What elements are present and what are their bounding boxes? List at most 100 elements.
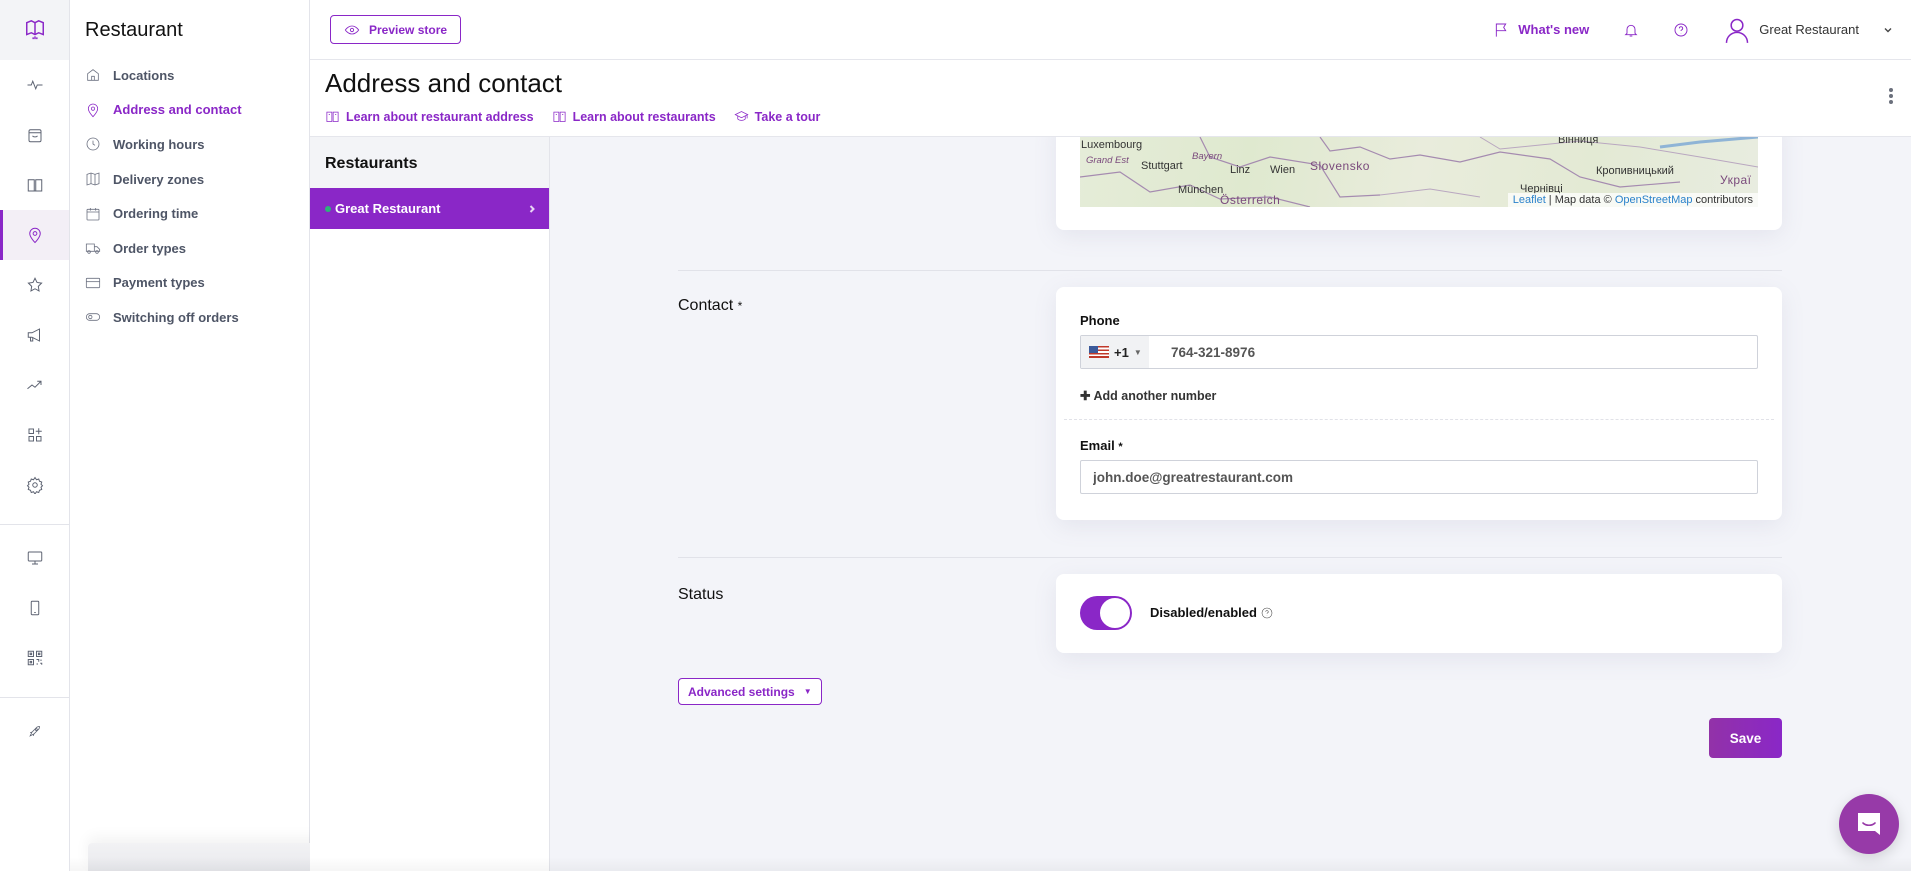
country-code-select[interactable]: +1 ▼ — [1081, 336, 1149, 368]
user-menu[interactable]: john.doe@greatrestaurant.com Great Resta… — [334, 16, 1893, 207]
section-divider — [678, 270, 1782, 271]
link-label: Learn about restaurants — [572, 109, 716, 124]
shopping-bag-icon — [28, 129, 41, 143]
rail-item-website[interactable] — [0, 533, 69, 583]
notifications-button[interactable] — [1623, 22, 1639, 38]
advanced-settings-button[interactable]: Advanced settings ▼ — [678, 678, 822, 705]
map-label: Österreich — [1220, 193, 1281, 207]
toggle-icon — [85, 313, 101, 322]
restaurant-list-header: Restaurants — [310, 137, 549, 188]
page-title: Address and contact — [325, 68, 563, 98]
nav-item-label: Ordering time — [113, 206, 199, 222]
email-label: Email * — [1080, 438, 1123, 453]
megaphone-icon — [27, 328, 40, 342]
save-button[interactable]: Save — [1709, 718, 1782, 758]
map-label: Luxembourg — [1081, 139, 1143, 151]
leaflet-link[interactable]: Leaflet — [1513, 194, 1546, 206]
mobile-icon — [30, 600, 39, 616]
status-section-label: Status — [678, 586, 724, 603]
eye-icon — [344, 25, 360, 34]
location-pin-icon — [87, 103, 99, 118]
rail-item-reviews[interactable] — [0, 260, 69, 310]
add-another-number-button[interactable]: ✚ Add another number — [1080, 388, 1216, 403]
rail-item-settings[interactable] — [0, 460, 69, 510]
rail-item-orders[interactable] — [0, 110, 69, 160]
rail-item-launch[interactable] — [0, 706, 69, 756]
learn-restaurants-link[interactable]: Learn about restaurants — [552, 109, 716, 124]
home-icon — [87, 69, 99, 82]
help-circle-icon[interactable] — [1261, 607, 1273, 619]
rail-item-qr-codes[interactable] — [0, 633, 69, 683]
learn-restaurant-address-link[interactable]: Learn about restaurant address — [325, 109, 534, 124]
app-logo[interactable] — [0, 0, 69, 60]
preview-store-button[interactable]: Preview store — [330, 15, 462, 44]
nav-title: Restaurant — [85, 19, 183, 41]
link-label: Take a tour — [754, 109, 821, 124]
phone-input[interactable] — [1149, 336, 1757, 368]
address-map-card: Luxembourg Grand Est Stuttgart Bayern Mü… — [1056, 137, 1782, 230]
enabled-toggle[interactable] — [1080, 596, 1132, 630]
nav-item-address-and-contact[interactable]: Address and contact — [70, 93, 309, 128]
restaurant-list-item[interactable]: Great Restaurant — [310, 188, 549, 229]
email-input[interactable] — [1081, 461, 1757, 493]
rail-item-dashboard[interactable] — [0, 60, 69, 110]
nav-item-label: Delivery zones — [113, 171, 205, 187]
book-map-icon — [25, 20, 44, 40]
toggle-label-text: Disabled/enabled — [1150, 605, 1257, 620]
nav-item-ordering-time[interactable]: Ordering time — [70, 196, 309, 231]
calendar-icon — [86, 207, 100, 221]
email-label-text: Email — [1080, 438, 1115, 453]
openstreetmap-link[interactable]: OpenStreetMap — [1615, 194, 1693, 206]
rail-item-menu[interactable] — [0, 160, 69, 210]
nav-item-label: Working hours — [113, 136, 205, 152]
rail-item-restaurant[interactable] — [0, 210, 69, 260]
gear-icon — [26, 476, 43, 494]
nav-item-payment-types[interactable]: Payment types — [70, 266, 309, 301]
preview-store-label: Preview store — [369, 22, 448, 37]
phone-label: Phone — [1080, 313, 1120, 328]
restaurant-list: Restaurants Great Restaurant — [310, 137, 550, 871]
rail-item-integrations[interactable] — [0, 410, 69, 460]
rail-item-reports[interactable] — [0, 360, 69, 410]
country-code: +1 — [1114, 344, 1129, 360]
attribution-text: contributors — [1692, 194, 1753, 206]
map-icon — [86, 172, 100, 186]
star-icon — [26, 277, 43, 292]
contact-label: Contact — [678, 297, 734, 314]
rail-item-mobile-app[interactable] — [0, 583, 69, 633]
rail-divider — [0, 524, 69, 525]
graduation-cap-icon — [734, 111, 749, 121]
contact-card: Phone +1 ▼ ✚ Add another number Email * — [1056, 287, 1782, 520]
nav-item-label: Switching off orders — [113, 309, 239, 325]
trending-up-icon — [26, 380, 41, 390]
address-map[interactable]: Luxembourg Grand Est Stuttgart Bayern Mü… — [1080, 137, 1758, 207]
qr-code-icon — [27, 650, 42, 666]
map-label: Вінниця — [1558, 137, 1599, 146]
take-a-tour-link[interactable]: Take a tour — [734, 109, 821, 124]
whats-new-label: What's new — [1518, 22, 1590, 37]
help-button[interactable] — [1673, 22, 1689, 38]
section-divider — [678, 557, 1782, 558]
nav-item-locations[interactable]: Locations — [70, 58, 309, 93]
chat-bubble-icon — [1858, 813, 1880, 835]
map-label: Linz — [1230, 164, 1251, 176]
icon-rail — [0, 0, 70, 871]
chat-launcher-button[interactable] — [1839, 794, 1899, 854]
whats-new-link[interactable]: What's new — [1493, 22, 1589, 38]
advanced-settings-label: Advanced settings — [688, 684, 795, 699]
rail-item-marketing[interactable] — [0, 310, 69, 360]
map-attribution: Leaflet | Map data © OpenStreetMap contr… — [1507, 193, 1758, 207]
flag-icon — [1496, 23, 1507, 37]
nav-item-label: Order types — [113, 240, 186, 256]
location-pin-icon — [28, 227, 41, 244]
nav-item-working-hours[interactable]: Working hours — [70, 127, 309, 162]
nav-item-order-types[interactable]: Order types — [70, 231, 309, 266]
status-card: Disabled/enabled — [1056, 574, 1782, 653]
attribution-text: | Map data © — [1545, 194, 1615, 206]
truck-icon — [85, 243, 101, 254]
chevron-right-icon — [529, 204, 535, 213]
nav-item-switching-off-orders[interactable]: Switching off orders — [70, 300, 309, 335]
kebab-dot — [1889, 88, 1893, 92]
more-options-button[interactable] — [1889, 88, 1893, 104]
nav-item-delivery-zones[interactable]: Delivery zones — [70, 162, 309, 197]
